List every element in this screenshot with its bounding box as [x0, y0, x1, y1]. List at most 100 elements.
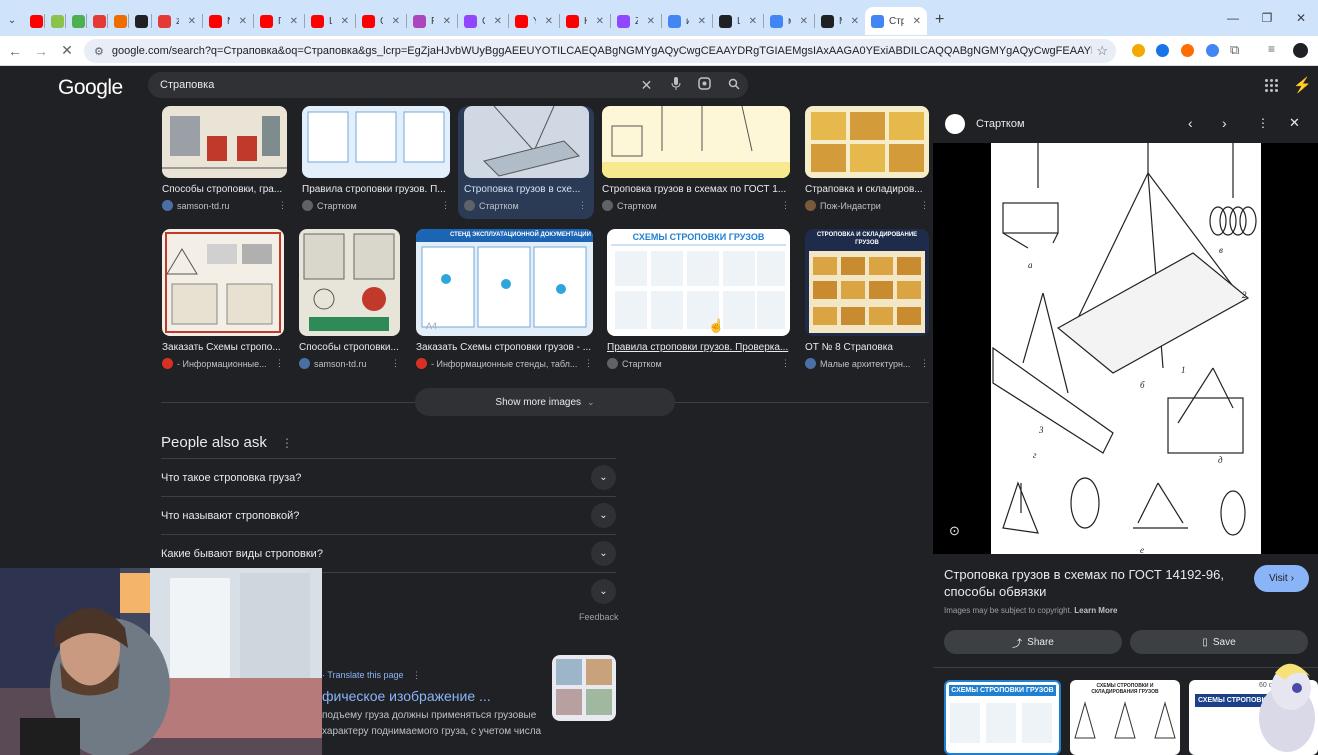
more-vert-icon[interactable]: ⋮: [781, 358, 790, 369]
tab-close-icon[interactable]: ✕: [851, 16, 859, 27]
tab-close-icon[interactable]: ✕: [545, 16, 553, 27]
browser-tab[interactable]: имг ✕: [662, 7, 712, 35]
new-tab-button[interactable]: +: [935, 11, 944, 29]
image-caption[interactable]: Правила строповки грузов. Проверка...: [607, 342, 790, 353]
image-caption[interactable]: Способы строповки...: [299, 342, 400, 353]
image-caption[interactable]: Заказать Схемы стропо...: [162, 342, 284, 353]
more-options-icon[interactable]: ⋮: [1257, 116, 1269, 130]
image-caption[interactable]: Строповка грузов в схе...: [464, 184, 587, 195]
image-source[interactable]: Стартком ⋮: [464, 200, 587, 211]
google-apps-icon[interactable]: [1265, 79, 1278, 92]
chevron-down-icon[interactable]: ⌄: [591, 465, 616, 490]
lens-camera-icon[interactable]: [690, 77, 719, 93]
browser-tab[interactable]: [66, 7, 86, 35]
browser-tab[interactable]: You ✕: [509, 7, 559, 35]
more-vert-icon[interactable]: ⋮: [441, 200, 450, 211]
browser-tab[interactable]: Pre ✕: [407, 7, 457, 35]
site-info-icon[interactable]: ⚙: [94, 45, 104, 58]
image-thumb-r2-5[interactable]: СТРОПОВКА И СКЛАДИРОВАНИЕ ГРУЗОВ: [805, 229, 929, 336]
address-bar[interactable]: ⚙ google.com/search?q=Страповка&oq=Страп…: [84, 39, 1116, 63]
tab-close-icon[interactable]: ✕: [239, 16, 247, 27]
profile-avatar[interactable]: [1293, 43, 1308, 58]
stop-loading-icon[interactable]: ✕: [56, 42, 78, 59]
browser-tab[interactable]: [45, 7, 65, 35]
image-thumb-r1-3[interactable]: [464, 106, 589, 178]
forward-icon[interactable]: →: [30, 43, 52, 59]
extension-icon-3[interactable]: [1181, 44, 1194, 57]
lens-search-icon[interactable]: ⊙: [949, 523, 960, 539]
close-panel-icon[interactable]: ✕: [1289, 115, 1300, 131]
extensions-puzzle-icon[interactable]: ⧉: [1230, 42, 1239, 58]
panel-image-title[interactable]: Строповка грузов в схемах по ГОСТ 14192-…: [944, 566, 1244, 600]
related-image-1[interactable]: СХЕМЫ СТРОПОВКИ ГРУЗОВ: [944, 680, 1061, 755]
search-input[interactable]: Страповка: [160, 79, 214, 91]
panel-site-name[interactable]: Стартком: [976, 118, 1025, 130]
tab-close-icon[interactable]: ✕: [188, 16, 196, 27]
maximize-button[interactable]: ❐: [1250, 11, 1284, 25]
search-icon[interactable]: [719, 78, 748, 93]
browser-tab[interactable]: Обі ✕: [458, 7, 508, 35]
extension-icon-1[interactable]: [1132, 44, 1145, 57]
more-vert-icon[interactable]: ⋮: [578, 200, 587, 211]
browser-tab[interactable]: [87, 7, 107, 35]
browser-tab[interactable]: Стр ✕: [865, 7, 927, 35]
image-source[interactable]: Стартком ⋮: [607, 358, 790, 369]
browser-tab[interactable]: Скр ✕: [356, 7, 406, 35]
browser-tab[interactable]: ШП ✕: [305, 7, 355, 35]
chevron-down-icon[interactable]: ⌄: [591, 541, 616, 566]
tab-close-icon[interactable]: ✕: [494, 16, 502, 27]
tab-close-icon[interactable]: ✕: [647, 16, 655, 27]
image-thumb-r2-1[interactable]: [162, 229, 284, 336]
related-image-2[interactable]: СХЕМЫ СТРОПОВКИ И СКЛАДИРОВАНИЯ ГРУЗОВ: [1070, 680, 1180, 755]
rigging-diagram[interactable]: а б в г д е 1 2 3: [933, 143, 1318, 555]
image-caption[interactable]: ОТ № 8 Страповка: [805, 342, 929, 353]
image-thumb-r2-3[interactable]: СТЕНД ЭКСПЛУАТАЦИОННОЙ ДОКУМЕНТАЦИИ A4: [416, 229, 593, 336]
image-caption[interactable]: Страповка и складиров...: [805, 184, 929, 195]
tab-close-icon[interactable]: ✕: [800, 16, 808, 27]
image-source[interactable]: Стартком ⋮: [302, 200, 450, 211]
chevron-down-icon[interactable]: ⌄: [591, 503, 616, 528]
share-button[interactable]: ⤴ Share: [944, 630, 1122, 654]
more-vert-icon[interactable]: ⋮: [584, 358, 593, 369]
image-thumb-r1-1[interactable]: [162, 106, 287, 178]
show-more-images-button[interactable]: Show more images ⌄: [415, 388, 675, 416]
extension-icon-2[interactable]: [1156, 44, 1169, 57]
minimize-button[interactable]: —: [1216, 11, 1250, 25]
image-caption[interactable]: Способы строповки, гра...: [162, 184, 287, 195]
google-logo[interactable]: Google: [58, 76, 123, 100]
browser-tab[interactable]: Zed ✕: [611, 7, 661, 35]
image-caption[interactable]: Правила строповки грузов. П...: [302, 184, 450, 195]
tab-close-icon[interactable]: ✕: [392, 16, 400, 27]
more-vert-icon[interactable]: ⋮: [275, 358, 284, 369]
browser-tab[interactable]: [129, 7, 151, 35]
browser-tab[interactable]: [108, 7, 128, 35]
tab-close-icon[interactable]: ✕: [913, 16, 921, 27]
image-caption[interactable]: Строповка грузов в схемах по ГОСТ 1...: [602, 184, 790, 195]
more-vert-icon[interactable]: ⋮: [781, 200, 790, 211]
image-source[interactable]: samson-td.ru ⋮: [299, 358, 400, 369]
tab-search-icon[interactable]: ⌄: [0, 15, 24, 26]
image-thumb-r2-4[interactable]: СХЕМЫ СТРОПОВКИ ГРУЗОВ: [607, 229, 790, 336]
media-icon[interactable]: ≡: [1268, 42, 1275, 56]
account-icon[interactable]: ⚡: [1293, 76, 1312, 94]
bookmark-star-icon[interactable]: ☆: [1096, 43, 1108, 59]
browser-tab[interactable]: Пра ✕: [254, 7, 304, 35]
browser-tab[interactable]: zed ✕: [152, 7, 202, 35]
more-options-icon[interactable]: ⋮: [281, 436, 293, 450]
image-source[interactable]: - Информационные... ⋮: [162, 358, 284, 369]
save-button[interactable]: ▯ Save: [1130, 630, 1308, 654]
more-vert-icon[interactable]: ⋮: [391, 358, 400, 369]
previous-image-icon[interactable]: ‹: [1188, 115, 1193, 131]
tab-close-icon[interactable]: ✕: [698, 16, 706, 27]
back-icon[interactable]: ←: [4, 43, 26, 59]
paa-question[interactable]: Какие бывают виды строповки? ⌄: [161, 534, 616, 572]
extension-icon-4[interactable]: [1206, 44, 1219, 57]
tab-close-icon[interactable]: ✕: [290, 16, 298, 27]
tab-close-icon[interactable]: ✕: [443, 16, 451, 27]
tab-close-icon[interactable]: ✕: [749, 16, 757, 27]
more-vert-icon[interactable]: ⋮: [412, 670, 421, 680]
image-thumb-r2-2[interactable]: [299, 229, 400, 336]
browser-tab[interactable]: Nov ✕: [203, 7, 253, 35]
visit-button[interactable]: Visit ›: [1254, 565, 1309, 592]
paa-question[interactable]: Что называют строповкой? ⌄: [161, 496, 616, 534]
